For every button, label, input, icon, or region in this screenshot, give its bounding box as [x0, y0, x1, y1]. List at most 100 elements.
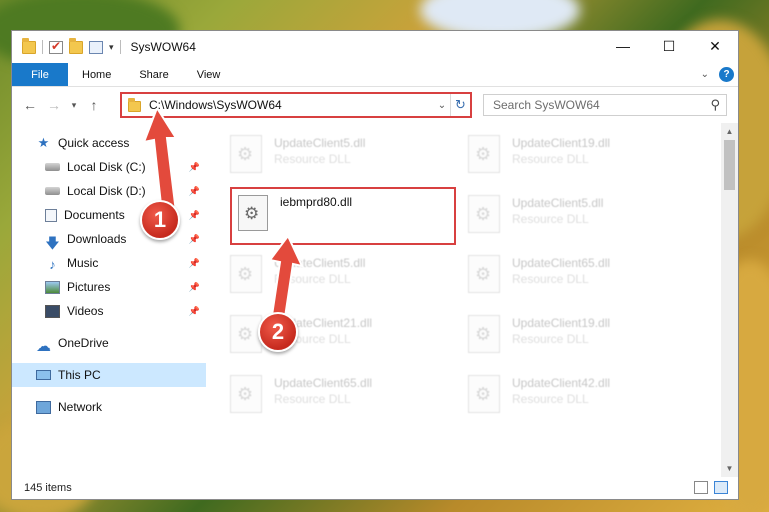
up-arrow-icon[interactable]: ↑ — [84, 97, 104, 113]
properties-check-icon[interactable] — [49, 39, 63, 54]
main-area: ★ Quick access Local Disk (C:) 📌 Local D… — [12, 123, 738, 477]
ribbon-right: ⌄ ? — [701, 67, 734, 82]
nav-label: Quick access — [58, 136, 130, 150]
file-item[interactable]: UpdateClient65.dll Resource DLL — [468, 251, 688, 297]
file-type: Resource DLL — [512, 152, 589, 166]
help-icon[interactable]: ? — [719, 67, 734, 82]
nav-label: OneDrive — [58, 336, 109, 350]
nav-label: Downloads — [67, 232, 127, 246]
chevron-down-icon[interactable]: ▾ — [109, 42, 114, 53]
nav-music[interactable]: ♪ Music 📌 — [12, 251, 206, 275]
pin-icon[interactable]: 📌 — [189, 306, 200, 317]
dll-file-icon — [230, 375, 262, 413]
file-item[interactable]: UpdateClient5.dll Resource DLL — [230, 131, 450, 177]
nav-label: This PC — [58, 368, 101, 382]
network-icon — [36, 400, 51, 414]
details-view-icon[interactable] — [694, 481, 708, 494]
file-type: Resource DLL — [512, 332, 589, 346]
callout-badge-1: 1 — [140, 200, 180, 240]
videos-icon — [45, 304, 60, 318]
pin-icon[interactable]: 📌 — [189, 282, 200, 293]
nav-label: Videos — [67, 304, 104, 318]
forward-arrow-icon[interactable]: → — [44, 97, 64, 113]
file-name: UpdateClient5.dll — [512, 196, 604, 210]
scroll-thumb[interactable] — [724, 140, 735, 190]
customize-toolbar-icon[interactable] — [89, 40, 103, 54]
search-placeholder: Search SysWOW64 — [493, 98, 600, 112]
nav-network[interactable]: Network — [12, 395, 206, 419]
tab-file[interactable]: File — [12, 63, 68, 86]
file-name: UpdateClient42.dll — [512, 376, 611, 390]
onedrive-icon: ☁ — [36, 337, 51, 355]
close-button[interactable]: ✕ — [692, 31, 738, 61]
back-arrow-icon[interactable]: ← — [20, 97, 40, 113]
file-item[interactable]: UpdateClient19.dll Resource DLL — [468, 311, 688, 357]
address-row: ← → ▾ ↑ C:\Windows\SysWOW64 ⌄ ↻ Search S… — [12, 87, 738, 123]
file-name: UpdateClient19.dll — [512, 316, 611, 330]
large-icons-view-icon[interactable] — [714, 481, 728, 494]
scroll-up-icon[interactable]: ▲ — [721, 123, 738, 140]
file-name: UpdateClient5.dll — [274, 136, 366, 150]
nav-label: Pictures — [67, 280, 111, 294]
search-icon[interactable]: ⚲ — [710, 97, 720, 113]
downloads-icon: 🡇 — [45, 234, 60, 251]
dll-file-icon — [468, 135, 500, 173]
ribbon-tabs: File Home Share View ⌄ ? — [12, 63, 738, 87]
minimize-button[interactable]: — — [600, 31, 646, 61]
window-controls: — ☐ ✕ — [600, 31, 738, 61]
pin-icon[interactable]: 📌 — [189, 234, 200, 245]
star-icon: ★ — [37, 135, 50, 150]
file-item[interactable]: UpdateClient5.dll Resource DLL — [468, 191, 688, 237]
pin-icon[interactable]: 📌 — [189, 162, 200, 173]
scroll-down-icon[interactable]: ▼ — [721, 460, 738, 477]
pin-icon[interactable]: 📌 — [189, 210, 200, 221]
file-item[interactable]: UpdateClient19.dll Resource DLL — [468, 131, 688, 177]
nav-label: Local Disk (D:) — [67, 184, 146, 198]
dll-file-icon — [238, 195, 268, 231]
maximize-button[interactable]: ☐ — [646, 31, 692, 61]
file-type: Resource DLL — [512, 212, 589, 226]
refresh-icon[interactable]: ↻ — [450, 94, 470, 116]
pc-icon — [36, 370, 51, 380]
nav-this-pc[interactable]: This PC — [12, 363, 206, 387]
address-path[interactable]: C:\Windows\SysWOW64 — [149, 98, 434, 112]
toolbar-divider — [42, 40, 43, 54]
folder-icon — [22, 37, 36, 54]
nav-onedrive[interactable]: ☁ OneDrive — [12, 331, 206, 355]
file-item[interactable]: UpdateClient65.dll Resource DLL — [230, 371, 450, 417]
music-icon: ♪ — [49, 256, 56, 272]
file-name: UpdateClient65.dll — [512, 256, 611, 270]
explorer-window: ▾ SysWOW64 — ☐ ✕ File Home Share View ⌄ … — [11, 30, 739, 500]
file-item[interactable]: UpdateClient42.dll Resource DLL — [468, 371, 688, 417]
window-title: SysWOW64 — [130, 40, 196, 54]
dll-file-icon — [230, 135, 262, 173]
pictures-icon — [45, 280, 60, 294]
file-type: Resource DLL — [512, 272, 589, 286]
pin-icon[interactable]: 📌 — [189, 258, 200, 269]
toolbar-divider — [119, 40, 121, 54]
view-switcher — [694, 481, 728, 494]
nav-videos[interactable]: Videos 📌 — [12, 299, 206, 323]
nav-label: Local Disk (C:) — [67, 160, 146, 174]
pin-icon[interactable]: 📌 — [189, 186, 200, 197]
vertical-scrollbar[interactable]: ▲ ▼ — [721, 123, 738, 477]
new-folder-icon[interactable] — [69, 37, 83, 54]
callout-badge-2: 2 — [258, 312, 298, 352]
file-name: UpdateClient19.dll — [512, 136, 611, 150]
dll-file-icon — [468, 315, 500, 353]
nav-label: Documents — [64, 208, 125, 222]
dll-file-icon — [230, 255, 262, 293]
search-input[interactable]: Search SysWOW64 ⚲ — [483, 94, 727, 116]
dll-file-icon — [468, 255, 500, 293]
tab-view[interactable]: View — [183, 63, 235, 86]
file-type: Resource DLL — [512, 392, 589, 406]
file-type: Resource DLL — [274, 152, 351, 166]
nav-pictures[interactable]: Pictures 📌 — [12, 275, 206, 299]
address-dropdown-icon[interactable]: ⌄ — [434, 100, 450, 111]
quick-access-toolbar: ▾ — [12, 37, 121, 54]
disk-icon — [45, 187, 60, 195]
tab-share[interactable]: Share — [125, 63, 182, 86]
expand-ribbon-icon[interactable]: ⌄ — [701, 69, 709, 80]
tab-home[interactable]: Home — [68, 63, 125, 86]
recent-locations-icon[interactable]: ▾ — [64, 100, 84, 111]
